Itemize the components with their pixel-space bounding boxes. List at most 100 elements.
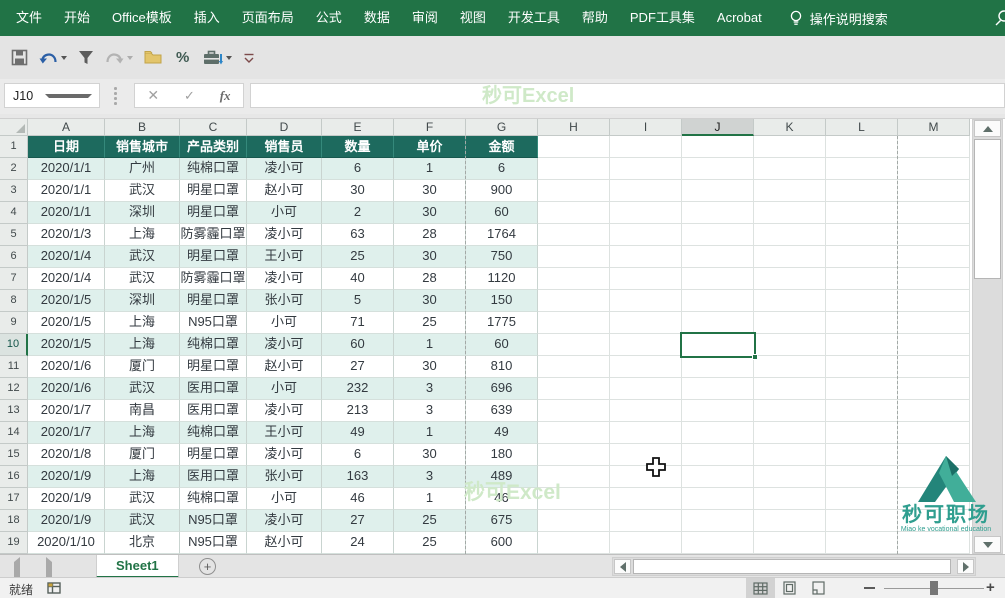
cell-E18[interactable]: 27 xyxy=(322,510,394,532)
cell-D8[interactable]: 张小可 xyxy=(247,290,322,312)
cell-M1[interactable] xyxy=(898,136,970,158)
cell-A7[interactable]: 2020/1/4 xyxy=(28,268,105,290)
cell-K13[interactable] xyxy=(754,400,826,422)
cell-E15[interactable]: 6 xyxy=(322,444,394,466)
cell-F11[interactable]: 30 xyxy=(394,356,466,378)
cell-F13[interactable]: 3 xyxy=(394,400,466,422)
cell-B14[interactable]: 上海 xyxy=(105,422,180,444)
cell-F1[interactable]: 单价 xyxy=(394,136,466,158)
search-icon[interactable] xyxy=(993,8,1005,28)
row-header-2[interactable]: 2 xyxy=(0,158,28,180)
cell-F7[interactable]: 28 xyxy=(394,268,466,290)
cell-G1[interactable]: 金额 xyxy=(466,136,538,158)
cell-L4[interactable] xyxy=(826,202,898,224)
cell-D14[interactable]: 王小可 xyxy=(247,422,322,444)
cell-F5[interactable]: 28 xyxy=(394,224,466,246)
cell-B2[interactable]: 广州 xyxy=(105,158,180,180)
cell-F10[interactable]: 1 xyxy=(394,334,466,356)
scroll-left-button[interactable] xyxy=(614,559,631,574)
cell-K9[interactable] xyxy=(754,312,826,334)
cell-K14[interactable] xyxy=(754,422,826,444)
cell-D1[interactable]: 销售员 xyxy=(247,136,322,158)
cell-E19[interactable]: 24 xyxy=(322,532,394,554)
row-header-9[interactable]: 9 xyxy=(0,312,28,334)
cell-M7[interactable] xyxy=(898,268,970,290)
cell-M10[interactable] xyxy=(898,334,970,356)
cell-A14[interactable]: 2020/1/7 xyxy=(28,422,105,444)
row-header-18[interactable]: 18 xyxy=(0,510,28,532)
cell-D13[interactable]: 凌小可 xyxy=(247,400,322,422)
cell-C14[interactable]: 纯棉口罩 xyxy=(180,422,247,444)
sheet-tab-sheet1[interactable]: Sheet1 xyxy=(96,555,179,578)
cell-K1[interactable] xyxy=(754,136,826,158)
cell-B9[interactable]: 上海 xyxy=(105,312,180,334)
cell-G2[interactable]: 6 xyxy=(466,158,538,180)
cell-C5[interactable]: 防雾霾口罩 xyxy=(180,224,247,246)
cell-F2[interactable]: 1 xyxy=(394,158,466,180)
cell-D16[interactable]: 张小可 xyxy=(247,466,322,488)
cell-F6[interactable]: 30 xyxy=(394,246,466,268)
ribbon-tab-data[interactable]: 数据 xyxy=(353,0,401,36)
cell-J11[interactable] xyxy=(682,356,754,378)
cell-I11[interactable] xyxy=(610,356,682,378)
cell-E10[interactable]: 60 xyxy=(322,334,394,356)
name-box[interactable]: J10 xyxy=(4,83,100,108)
cell-F15[interactable]: 30 xyxy=(394,444,466,466)
cell-K8[interactable] xyxy=(754,290,826,312)
cell-L12[interactable] xyxy=(826,378,898,400)
cell-A4[interactable]: 2020/1/1 xyxy=(28,202,105,224)
cell-A10[interactable]: 2020/1/5 xyxy=(28,334,105,356)
ribbon-tab-file[interactable]: 文件 xyxy=(5,0,53,36)
cell-E14[interactable]: 49 xyxy=(322,422,394,444)
normal-view-button[interactable] xyxy=(746,578,775,598)
cell-G8[interactable]: 150 xyxy=(466,290,538,312)
cell-G3[interactable]: 900 xyxy=(466,180,538,202)
cell-B4[interactable]: 深圳 xyxy=(105,202,180,224)
cell-L9[interactable] xyxy=(826,312,898,334)
cell-F14[interactable]: 1 xyxy=(394,422,466,444)
cell-H9[interactable] xyxy=(538,312,610,334)
cell-C9[interactable]: N95口罩 xyxy=(180,312,247,334)
cell-F9[interactable]: 25 xyxy=(394,312,466,334)
cell-H15[interactable] xyxy=(538,444,610,466)
cell-D9[interactable]: 小可 xyxy=(247,312,322,334)
cell-C17[interactable]: 纯棉口罩 xyxy=(180,488,247,510)
cell-A17[interactable]: 2020/1/9 xyxy=(28,488,105,510)
insert-function-icon[interactable]: fx xyxy=(220,88,231,104)
cell-K16[interactable] xyxy=(754,466,826,488)
cell-A18[interactable]: 2020/1/9 xyxy=(28,510,105,532)
cell-D19[interactable]: 赵小可 xyxy=(247,532,322,554)
cell-L10[interactable] xyxy=(826,334,898,356)
cell-L14[interactable] xyxy=(826,422,898,444)
row-header-7[interactable]: 7 xyxy=(0,268,28,290)
cell-A3[interactable]: 2020/1/1 xyxy=(28,180,105,202)
cell-F18[interactable]: 25 xyxy=(394,510,466,532)
cancel-icon[interactable]: ✕ xyxy=(147,87,159,104)
cell-F12[interactable]: 3 xyxy=(394,378,466,400)
cell-C18[interactable]: N95口罩 xyxy=(180,510,247,532)
cell-G6[interactable]: 750 xyxy=(466,246,538,268)
ribbon-tab-pdf-tools[interactable]: PDF工具集 xyxy=(619,0,706,36)
cell-K5[interactable] xyxy=(754,224,826,246)
cell-G10[interactable]: 60 xyxy=(466,334,538,356)
column-header-A[interactable]: A xyxy=(28,119,105,136)
cell-K17[interactable] xyxy=(754,488,826,510)
cell-B5[interactable]: 上海 xyxy=(105,224,180,246)
cell-C10[interactable]: 纯棉口罩 xyxy=(180,334,247,356)
row-header-16[interactable]: 16 xyxy=(0,466,28,488)
horizontal-scrollbar[interactable] xyxy=(612,557,976,576)
cell-G4[interactable]: 60 xyxy=(466,202,538,224)
cell-D2[interactable]: 凌小可 xyxy=(247,158,322,180)
cell-H10[interactable] xyxy=(538,334,610,356)
ribbon-tab-view[interactable]: 视图 xyxy=(449,0,497,36)
cell-J8[interactable] xyxy=(682,290,754,312)
ribbon-tab-developer[interactable]: 开发工具 xyxy=(497,0,571,36)
column-header-L[interactable]: L xyxy=(826,119,898,136)
cell-H11[interactable] xyxy=(538,356,610,378)
cell-B11[interactable]: 厦门 xyxy=(105,356,180,378)
ribbon-tab-formulas[interactable]: 公式 xyxy=(305,0,353,36)
cell-A15[interactable]: 2020/1/8 xyxy=(28,444,105,466)
cell-M11[interactable] xyxy=(898,356,970,378)
page-break-view-button[interactable] xyxy=(804,578,833,598)
cell-J5[interactable] xyxy=(682,224,754,246)
